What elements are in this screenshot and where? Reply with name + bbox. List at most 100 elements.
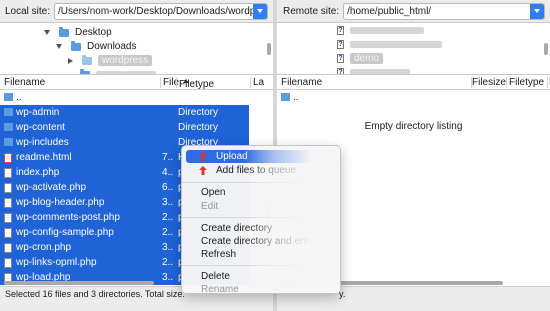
- remote-site-label: Remote site:: [283, 5, 340, 17]
- menu-item-label: Edit: [201, 201, 219, 212]
- file-name: wp-activate.php: [16, 182, 87, 193]
- file-name: wp-content: [16, 122, 65, 133]
- folder-icon: [71, 40, 81, 51]
- file-size: 4..: [162, 167, 174, 178]
- column-separator[interactable]: [547, 77, 548, 88]
- column-last-modified[interactable]: La: [253, 77, 264, 88]
- html-file-icon: [4, 153, 12, 163]
- file-last-modified: 01: [251, 107, 263, 118]
- list-horizontal-scrollbar[interactable]: [4, 281, 154, 285]
- menu-item-refresh[interactable]: Refresh: [186, 248, 336, 261]
- remote-list-header: Filename Filesize Filetype La: [277, 75, 550, 90]
- tree-item-downloads[interactable]: Downloads: [56, 40, 136, 53]
- tree-item-desktop[interactable]: Desktop: [44, 26, 112, 39]
- menu-item-delete[interactable]: Delete: [186, 270, 336, 283]
- column-separator[interactable]: [506, 77, 507, 88]
- table-row[interactable]: wp-admin Directory 01: [0, 105, 262, 120]
- file-size: 3..: [162, 242, 174, 253]
- context-menu: Upload Add files to queue Open Edit Crea…: [181, 145, 341, 294]
- column-separator[interactable]: [176, 77, 177, 88]
- local-site-path-combo[interactable]: /Users/nom-work/Desktop/Downloads/wordp: [54, 2, 268, 20]
- menu-item-label: Delete: [201, 271, 230, 282]
- expand-triangle-icon[interactable]: [56, 44, 62, 49]
- file-size: 2..: [162, 257, 174, 268]
- file-name: wp-includes: [16, 137, 69, 148]
- menu-item-label: Upload: [216, 151, 248, 162]
- file-size: 3..: [162, 272, 174, 283]
- expand-triangle-icon[interactable]: [44, 30, 50, 35]
- file-name: wp-links-opml.php: [16, 257, 97, 268]
- local-site-bar: Local site: /Users/nom-work/Desktop/Down…: [0, 0, 273, 22]
- tree-scrollbar[interactable]: [544, 43, 548, 55]
- menu-item-upload[interactable]: Upload: [186, 150, 336, 163]
- tree-item-label: wordpress: [98, 55, 153, 66]
- menu-item-label: Create directory: [201, 223, 273, 234]
- php-file-icon: [4, 258, 12, 268]
- blurred-label: [350, 41, 442, 48]
- menu-item-label: Open: [201, 187, 226, 198]
- local-list-header: Filename File Filetype La: [0, 75, 273, 90]
- remote-tree-item[interactable]: ?: [337, 66, 410, 75]
- folder-icon: [59, 26, 69, 37]
- php-file-icon: [4, 228, 12, 238]
- tree-item-wordpress[interactable]: wordpress: [68, 54, 153, 67]
- folder-icon: [4, 123, 13, 131]
- collapse-triangle-icon[interactable]: [68, 57, 73, 64]
- file-name: wp-config-sample.php: [16, 227, 114, 238]
- remote-site-bar: Remote site: /home/public_html/: [277, 0, 550, 22]
- chevron-down-icon[interactable]: [253, 3, 267, 19]
- php-file-icon: [4, 198, 12, 208]
- column-filename[interactable]: Filename: [281, 77, 322, 88]
- column-filesize[interactable]: Filesize: [472, 77, 506, 88]
- local-site-path[interactable]: /Users/nom-work/Desktop/Downloads/wordp: [58, 6, 255, 17]
- local-directory-tree: Desktop Downloads wordpress: [0, 22, 273, 75]
- table-row[interactable]: wp-content Directory 01: [0, 120, 262, 135]
- file-size: 3..: [162, 197, 174, 208]
- menu-item-create-directory-enter[interactable]: Create directory and enter it: [186, 235, 336, 248]
- add-to-queue-icon: [199, 166, 207, 175]
- file-name: readme.html: [16, 152, 72, 163]
- php-file-icon: [4, 183, 12, 193]
- menu-item-open[interactable]: Open: [186, 186, 336, 199]
- menu-item-rename: Rename: [186, 283, 336, 293]
- php-file-icon: [4, 168, 12, 178]
- folder-icon: [4, 108, 13, 116]
- blurred-label: [350, 27, 424, 34]
- column-separator[interactable]: [250, 77, 251, 88]
- remote-tree-item[interactable]: ?: [337, 24, 424, 37]
- file-name: ..: [16, 92, 22, 103]
- menu-item-label: Refresh: [201, 249, 237, 260]
- file-name: wp-cron.php: [16, 242, 72, 253]
- remote-site-path[interactable]: /home/public_html/: [347, 6, 431, 17]
- column-filename[interactable]: Filename: [4, 77, 45, 88]
- remote-tree-item-demo[interactable]: ? demo: [337, 52, 384, 65]
- chevron-down-icon[interactable]: [530, 3, 544, 19]
- menu-item-edit: Edit: [186, 200, 336, 213]
- unknown-folder-icon: ?: [337, 54, 344, 63]
- tree-item-blurred[interactable]: [80, 68, 156, 74]
- list-item[interactable]: ..: [277, 90, 550, 105]
- table-row[interactable]: ..: [0, 90, 273, 105]
- file-size: 2..: [162, 212, 174, 223]
- tree-item-label: Downloads: [87, 41, 137, 52]
- menu-item-label: Add files to queue: [216, 165, 297, 176]
- file-type: Directory: [178, 107, 219, 118]
- column-filetype[interactable]: Filetype: [509, 77, 544, 88]
- file-last-modified: 01: [251, 122, 263, 133]
- unknown-folder-icon: ?: [337, 68, 344, 75]
- remote-tree-item[interactable]: ?: [337, 38, 442, 51]
- file-name: wp-admin: [16, 107, 60, 118]
- file-name: wp-blog-header.php: [16, 197, 105, 208]
- remote-site-path-combo[interactable]: /home/public_html/: [343, 2, 545, 20]
- php-file-icon: [4, 243, 12, 253]
- menu-item-add-to-queue[interactable]: Add files to queue: [186, 164, 336, 177]
- local-site-label: Local site:: [5, 5, 51, 17]
- tree-scrollbar[interactable]: [267, 43, 271, 55]
- file-size: 6..: [162, 182, 174, 193]
- file-name: wp-comments-post.php: [16, 212, 120, 223]
- file-name: index.php: [16, 167, 60, 178]
- menu-separator: [182, 217, 340, 218]
- menu-item-create-directory[interactable]: Create directory: [186, 222, 336, 235]
- menu-item-label: Create directory and enter it: [201, 236, 325, 247]
- column-separator[interactable]: [160, 77, 161, 88]
